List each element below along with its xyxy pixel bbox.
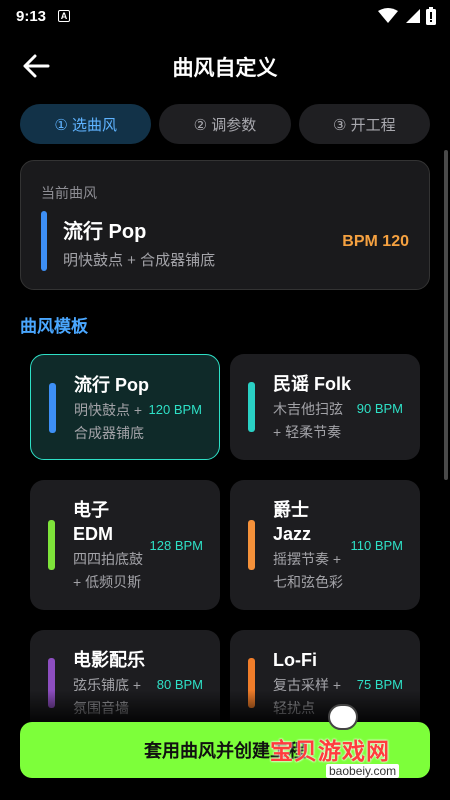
status-icons	[378, 7, 436, 25]
card-name: 电子 EDM	[73, 500, 113, 544]
watermark-url: baobeiy.com	[326, 764, 400, 778]
status-time: 9:13	[16, 7, 47, 25]
step-select-style[interactable]: ① 选曲风	[20, 104, 152, 144]
current-style-name: 流行 Pop	[63, 221, 147, 243]
card-name: Lo-Fi	[273, 650, 317, 670]
card-accent	[248, 382, 255, 432]
card-name: 电影配乐	[73, 650, 145, 670]
template-card-edm[interactable]: 电子 EDM 四四拍底鼓 + 低频贝斯 128 BPM	[30, 480, 220, 610]
card-accent	[48, 520, 55, 570]
card-bpm: 120 BPM	[148, 402, 202, 417]
page-title: 曲风自定义	[172, 57, 278, 80]
current-style-card: 当前曲风 流行 Pop 明快鼓点 + 合成器铺底 BPM 120	[20, 160, 430, 290]
status-bar: 9:13 A	[0, 0, 450, 32]
card-bpm: 128 BPM	[149, 538, 203, 553]
card-desc: 四四拍底鼓 + 低频贝斯	[73, 551, 143, 590]
card-desc: 明快鼓点 + 合成器铺底	[74, 402, 144, 441]
battery-icon	[426, 7, 436, 25]
watermark-text: 宝贝游戏网	[270, 738, 390, 764]
template-card-folk[interactable]: 民谣 Folk 木吉他扫弦 + 轻柔节奏 90 BPM	[230, 354, 420, 460]
wifi-icon	[378, 8, 398, 23]
current-style-desc: 明快鼓点 + 合成器铺底	[63, 252, 216, 269]
template-card-jazz[interactable]: 爵士 Jazz 摇摆节奏 + 七和弦色彩 110 BPM	[230, 480, 420, 610]
app-header: 曲风自定义	[0, 44, 450, 88]
card-accent	[49, 383, 56, 433]
current-style-accent	[41, 211, 47, 271]
step-adjust-params[interactable]: ② 调参数	[159, 104, 291, 144]
card-accent	[248, 520, 255, 570]
watermark-mascot-icon	[328, 704, 358, 730]
step-open-project[interactable]: ③ 开工程	[298, 104, 430, 144]
card-name: 民谣 Folk	[273, 374, 352, 394]
card-desc: 摇摆节奏 + 七和弦色彩	[273, 551, 343, 590]
card-desc: 木吉他扫弦 + 轻柔节奏	[273, 401, 343, 440]
card-bpm: 110 BPM	[350, 538, 403, 553]
notification-icon: A	[58, 10, 71, 22]
watermark: 宝贝游戏网 baobeiy.com	[270, 702, 445, 782]
current-style-bpm: BPM 120	[342, 233, 409, 250]
step-tabs: ① 选曲风 ② 调参数 ③ 开工程	[20, 104, 430, 144]
section-title-templates: 曲风模板	[20, 317, 88, 336]
card-bpm: 90 BPM	[356, 401, 403, 416]
scrollbar[interactable]	[444, 150, 448, 480]
current-style-label: 当前曲风	[41, 185, 97, 201]
card-name: 流行 Pop	[74, 375, 149, 395]
template-card-pop[interactable]: 流行 Pop 明快鼓点 + 合成器铺底 120 BPM	[30, 354, 220, 460]
card-name: 爵士 Jazz	[273, 500, 312, 544]
signal-icon	[406, 9, 420, 23]
